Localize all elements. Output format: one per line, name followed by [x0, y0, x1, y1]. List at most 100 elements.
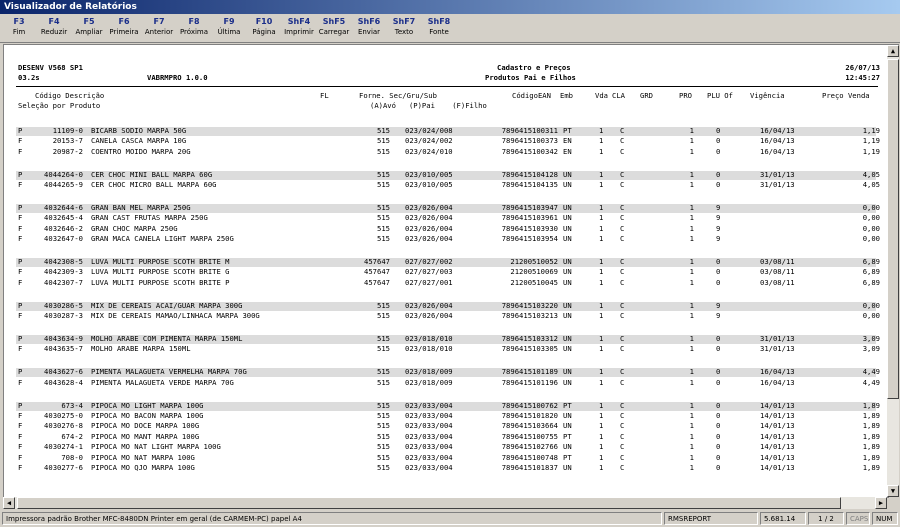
col-cla: CLA: [612, 91, 625, 100]
toolbar-button-página[interactable]: F10 Página: [247, 16, 281, 38]
cell-vig: 03/08/11: [760, 277, 795, 287]
report-viewport[interactable]: DESENV V568 SP1 03.2s VABRMPRO 1.0.0 Cad…: [3, 44, 889, 498]
cell-t: P: [18, 169, 23, 179]
cell-ean: 7896415101837: [501, 462, 558, 472]
cell-code: 708-0: [61, 452, 83, 462]
cell-desc: MOLHO ARABE MARPA 150ML: [91, 344, 191, 354]
vertical-scrollbar[interactable]: ▲ ▼: [887, 44, 899, 497]
cell-pro: 1: [689, 223, 694, 233]
cell-forn: 457647: [364, 267, 390, 277]
header-rule: [16, 86, 878, 87]
scroll-right-icon[interactable]: ▶: [875, 497, 887, 509]
toolbar-button-enviar[interactable]: ShF6 Enviar: [352, 16, 386, 38]
cell-t: P: [18, 126, 23, 135]
toolbar-button-próxima[interactable]: F8 Próxima: [177, 16, 211, 38]
toolbar-button-anterior[interactable]: F7 Anterior: [142, 16, 176, 38]
cell-vig: 14/01/13: [760, 431, 795, 441]
toolbar-button-ampliar[interactable]: F5 Ampliar: [72, 16, 106, 38]
cell-t: F: [18, 311, 23, 321]
col-vda: Vda: [595, 91, 608, 100]
cell-emb: UN: [563, 223, 572, 233]
cell-t: F: [18, 213, 23, 223]
cell-vig: 03/08/11: [760, 257, 795, 267]
cell-pro: 1: [689, 367, 694, 377]
toolbar-label: Anterior: [144, 28, 174, 36]
cell-cla: C: [620, 462, 625, 472]
cell-plu: 9: [716, 300, 721, 310]
scroll-left-icon[interactable]: ◀: [3, 497, 15, 509]
cell-forn: 515: [377, 300, 390, 310]
cell-cla: C: [620, 410, 625, 420]
cell-sec: 023/024/010: [405, 146, 453, 156]
cell-vda: 1: [599, 277, 604, 287]
cell-vig: 14/01/13: [760, 462, 795, 472]
cell-code: 4030287-3: [44, 311, 83, 321]
cell-code: 4030276-8: [44, 421, 83, 431]
cell-plu: 0: [716, 400, 721, 410]
cell-forn: 515: [377, 442, 390, 452]
toolbar-button-primeira[interactable]: F6 Primeira: [107, 16, 141, 38]
cell-plu: 9: [716, 234, 721, 244]
cell-emb: UN: [563, 202, 572, 212]
cell-sec: 023/033/004: [405, 410, 453, 420]
cell-code: 4032647-0: [44, 234, 83, 244]
cell-code: 4030275-0: [44, 410, 83, 420]
cell-preco: 1,89: [862, 452, 880, 462]
cell-vda: 1: [599, 452, 604, 462]
cell-vda: 1: [599, 344, 604, 354]
cell-vda: 1: [599, 267, 604, 277]
cell-vig: 14/01/13: [760, 442, 795, 452]
col-fl: FL: [320, 91, 329, 100]
cell-code: 11109-0: [52, 126, 83, 135]
cell-t: F: [18, 136, 23, 146]
toolbar-button-carregar[interactable]: ShF5 Carregar: [317, 16, 351, 38]
cell-emb: UN: [563, 267, 572, 277]
toolbar-button-texto[interactable]: ShF7 Texto: [387, 16, 421, 38]
horizontal-scroll-thumb[interactable]: [17, 497, 841, 509]
cell-emb: UN: [563, 344, 572, 354]
toolbar-button-fonte[interactable]: ShF8 Fonte: [422, 16, 456, 38]
scroll-down-icon[interactable]: ▼: [887, 485, 899, 497]
cell-plu: 9: [716, 213, 721, 223]
cell-preco: 3,09: [862, 344, 880, 354]
col-grd: GRD: [640, 91, 653, 100]
cell-sec: 023/024/008: [405, 126, 453, 135]
cell-t: F: [18, 223, 23, 233]
cell-vda: 1: [599, 146, 604, 156]
scroll-up-icon[interactable]: ▲: [887, 45, 899, 57]
cell-pro: 1: [689, 410, 694, 420]
cell-plu: 0: [716, 462, 721, 472]
cell-emb: UN: [563, 257, 572, 267]
report-version: 03.2s: [18, 73, 40, 82]
cell-plu: 0: [716, 267, 721, 277]
cell-plu: 0: [716, 452, 721, 462]
vertical-scroll-thumb[interactable]: [887, 59, 899, 399]
toolbar-button-imprimir[interactable]: ShF4 Imprimir: [282, 16, 316, 38]
horizontal-scrollbar[interactable]: ◀ ▶: [3, 497, 887, 509]
cell-forn: 515: [377, 223, 390, 233]
cell-preco: 1,19: [862, 136, 880, 146]
cell-cla: C: [620, 213, 625, 223]
status-page: 1 / 2: [808, 512, 844, 525]
cell-ean: 7896415103220: [501, 300, 558, 310]
col-plu-of: PLU Of: [707, 91, 733, 100]
cell-forn: 515: [377, 180, 390, 190]
cell-emb: UN: [563, 367, 572, 377]
cell-sec: 023/033/004: [405, 442, 453, 452]
toolbar-button-última[interactable]: F9 Última: [212, 16, 246, 38]
cell-forn: 515: [377, 452, 390, 462]
col-preco-venda: Preço Venda: [822, 91, 870, 100]
cell-preco: 6,89: [862, 257, 880, 267]
cell-preco: 1,89: [862, 410, 880, 420]
cell-pro: 1: [689, 344, 694, 354]
cell-plu: 0: [716, 410, 721, 420]
toolbar-button-fim[interactable]: F3 Fim: [2, 16, 36, 38]
cell-plu: 9: [716, 202, 721, 212]
cell-plu: 0: [716, 146, 721, 156]
cell-sec: 023/033/004: [405, 462, 453, 472]
cell-desc: PIMENTA MALAGUETA VERMELHA MARPA 70G: [91, 367, 247, 377]
toolbar-button-reduzir[interactable]: F4 Reduzir: [37, 16, 71, 38]
cell-cla: C: [620, 202, 625, 212]
toolbar-key: F5: [83, 17, 95, 26]
cell-code: 4030277-6: [44, 462, 83, 472]
